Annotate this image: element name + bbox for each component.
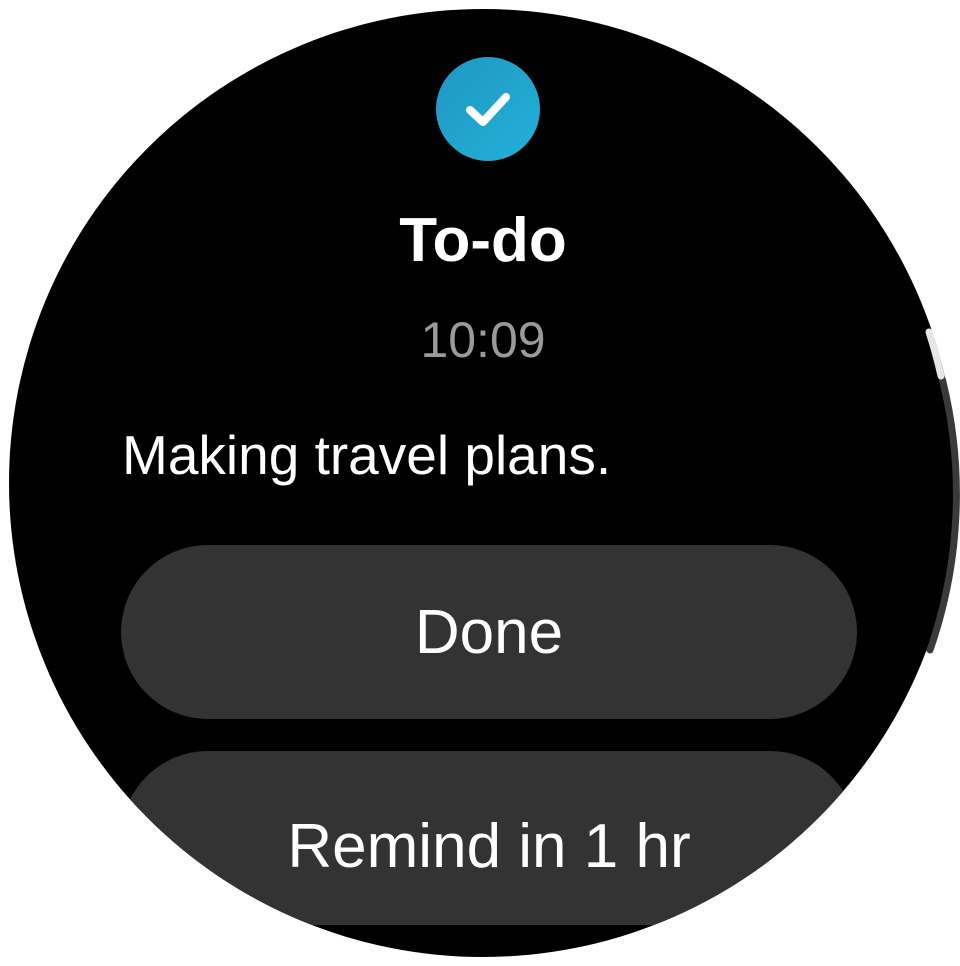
todo-app-icon [436, 57, 540, 161]
notification-title: To-do [399, 206, 567, 275]
watch-screen: To-do 10:09 Making travel plans. Done Re… [9, 9, 957, 957]
notification-time: 10:09 [420, 312, 546, 368]
done-button[interactable]: Done [121, 545, 857, 719]
done-button-label: Done [414, 597, 564, 667]
remind-in-1-hr-button[interactable]: Remind in 1 hr [121, 751, 857, 925]
notification-message: Making travel plans. [122, 424, 612, 486]
checkmark-icon [466, 93, 510, 126]
remind-button-label: Remind in 1 hr [287, 811, 691, 881]
